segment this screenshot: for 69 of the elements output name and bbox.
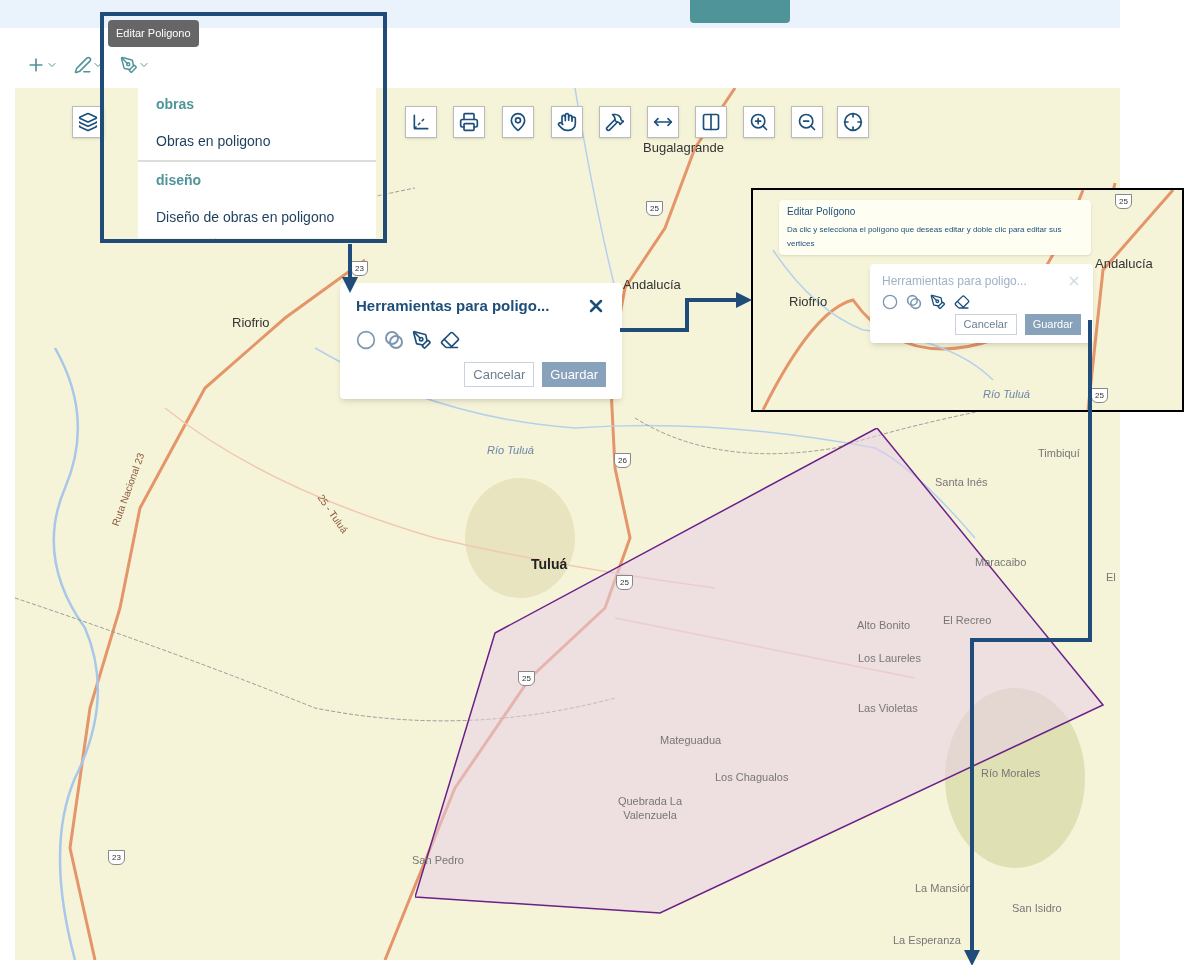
columns-icon [701,112,721,132]
river-label: Río Tuluá [487,443,534,458]
place-label: El [1106,570,1116,584]
place-label: El Recreo [943,613,992,627]
save-button[interactable]: Guardar [1024,314,1081,335]
map-tool-button[interactable] [453,106,485,138]
place-label: Río Morales [981,766,1041,780]
place-label: Mateguadua [660,733,722,747]
circle-icon[interactable] [356,329,376,350]
zoom-out-icon [797,112,817,132]
panel-title: Herramientas para poligo... [882,273,1027,290]
hand-icon [557,112,577,132]
map-tool-button[interactable] [599,106,631,138]
eraser-icon[interactable] [954,294,970,310]
layers-icon [78,112,98,132]
route-shield: 25 [1115,194,1132,209]
cancel-button[interactable]: Cancelar [954,314,1017,335]
map-tool-button[interactable] [743,106,775,138]
place-label: La Esperanza [893,933,961,947]
pen-tool-icon [120,56,138,74]
place-label: Los Chagualos [715,770,789,784]
place-label: Timbiquí [1038,446,1080,460]
edit-polygon-button[interactable] [120,56,150,74]
place-label: Riofrio [232,314,270,332]
save-button[interactable]: Guardar [542,361,606,387]
place-label: Alto Bonito [857,618,911,632]
map-pin-icon [508,112,528,132]
map-tool-button[interactable] [695,106,727,138]
zoom-in-icon [749,112,769,132]
place-label: Riofrío [789,293,828,311]
route-shield: 25 [646,201,663,216]
pen-tool-icon[interactable] [412,329,432,350]
map-tool-button[interactable] [551,106,583,138]
place-label: San Isidro [1012,901,1062,915]
place-label: Quebrada La Valenzuela [616,794,684,822]
overlapping-circles-icon[interactable] [384,329,404,350]
eraser-icon[interactable] [440,329,460,350]
route-shield: 23 [108,850,125,865]
place-label: Los Laureles [858,651,921,665]
panel-title: Herramientas para poligo... [356,296,550,316]
printer-icon [459,112,479,132]
popover-text: Da clic y selecciona el polígono que deseas editar y doble clic para editar sus vertices [787,224,1063,250]
town-label: Tuluá [531,555,568,574]
place-label: La Mansión [915,881,972,895]
river-label: Río Tuluá [983,387,1030,402]
menu-item[interactable]: Obras en poligono [138,123,376,160]
route-shield: 25 [616,575,633,590]
pen-tool-icon[interactable] [930,294,946,310]
cancel-button[interactable]: Cancelar [464,361,535,387]
map-tool-button[interactable] [405,106,437,138]
map-tool-button[interactable] [837,106,869,138]
overlapping-circles-icon[interactable] [906,294,922,310]
tooltip: Editar Poligono [108,20,199,47]
circle-icon[interactable] [882,294,898,310]
crosshair-icon [843,112,863,132]
route-shield: 26 [614,453,631,468]
menu-heading: obras [155,95,196,114]
menu-item[interactable]: Diseño de obras en poligono [138,199,376,236]
map-tool-button[interactable] [647,106,679,138]
menu-heading: diseño [155,171,203,190]
axes-icon [411,112,431,132]
popover-title: Editar Polígono [787,205,857,219]
hammer-icon [605,112,625,132]
place-label: Santa Inés [935,475,988,489]
map-tool-button[interactable] [502,106,534,138]
route-shield: 25 [518,671,535,686]
pen-icon [74,56,92,74]
map-tool-button[interactable] [791,106,823,138]
place-label: Las Violetas [858,701,918,715]
